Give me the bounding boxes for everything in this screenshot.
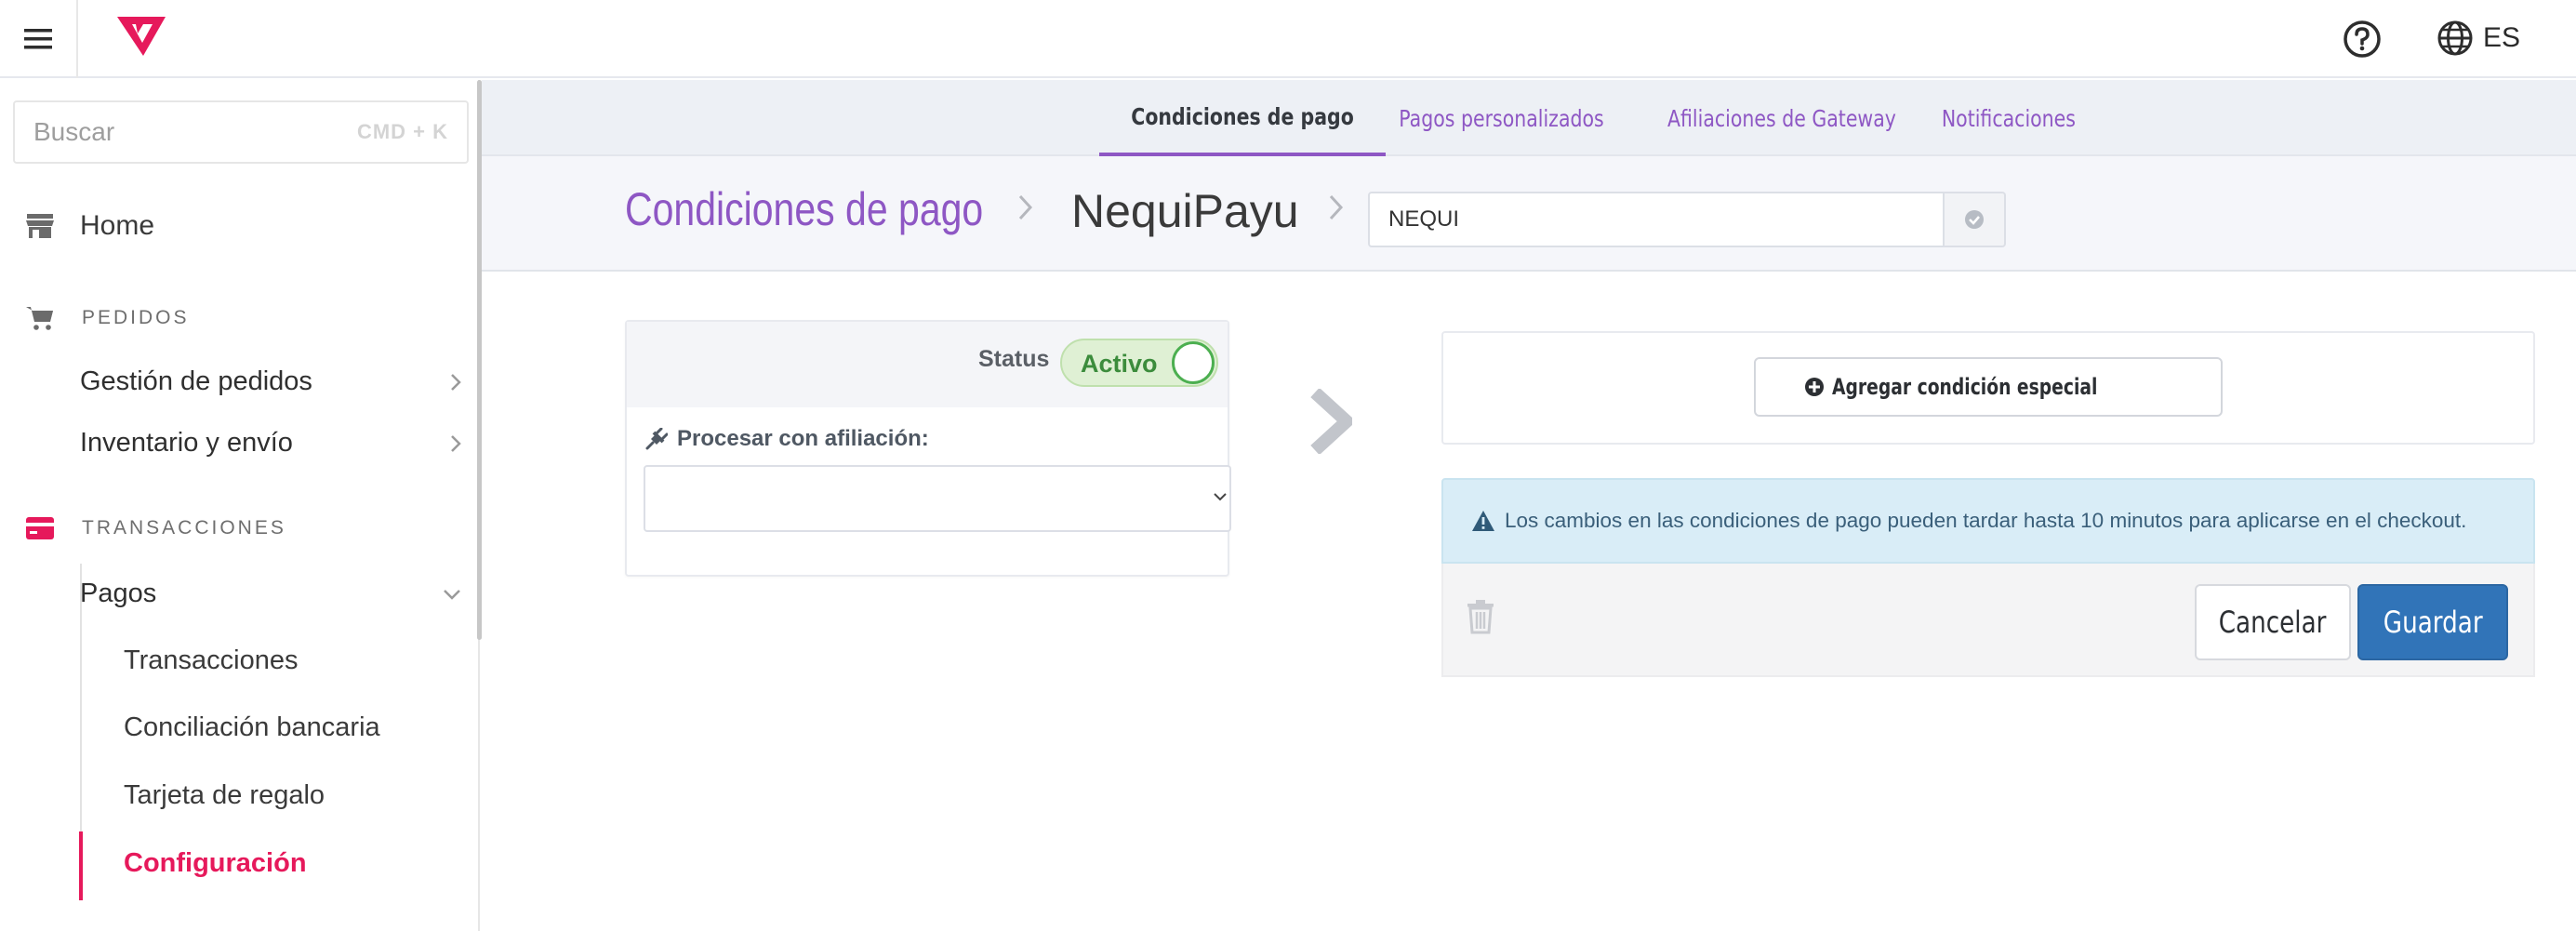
chevron-right-icon xyxy=(451,434,461,452)
trash-icon[interactable] xyxy=(1466,599,1495,634)
sidebar-item-gestion-pedidos[interactable]: Gestión de pedidos xyxy=(80,366,461,397)
add-special-condition-label: Agregar condición especial xyxy=(1832,374,2098,400)
info-alert: Los cambios en las condiciones de pago p… xyxy=(1441,478,2535,564)
breadcrumb-root[interactable]: Condiciones de pago xyxy=(625,182,1062,236)
top-bar: ES xyxy=(0,0,2576,78)
chevron-right-icon xyxy=(1310,389,1352,454)
toggle-knob xyxy=(1172,341,1215,384)
check-circle-icon xyxy=(1965,210,1984,229)
status-toggle[interactable]: Activo xyxy=(1060,339,1218,387)
brand-logo-icon[interactable] xyxy=(115,13,167,60)
search-input[interactable]: Buscar CMD + K xyxy=(13,100,469,164)
language-selector[interactable]: ES xyxy=(2437,17,2520,60)
cancel-button[interactable]: Cancelar xyxy=(2195,584,2351,660)
tab-label: Pagos personalizados xyxy=(1399,104,1604,132)
submenu-active-indicator xyxy=(79,831,83,900)
process-label: Procesar con afiliación: xyxy=(645,426,929,452)
cancel-label: Cancelar xyxy=(2219,605,2327,640)
sidebar-item-label: Gestión de pedidos xyxy=(80,366,312,396)
sidebar: Buscar CMD + K Home PEDIDOS Gestión de p… xyxy=(0,80,480,931)
process-label-text: Procesar con afiliación: xyxy=(677,426,929,451)
store-icon xyxy=(26,214,54,238)
sidebar-item-label: Pagos xyxy=(80,579,157,608)
plug-icon xyxy=(645,428,668,450)
chevron-right-icon xyxy=(451,373,461,391)
sidebar-item-label: Home xyxy=(80,210,155,241)
sidebar-item-tarjeta-regalo[interactable]: Tarjeta de regalo xyxy=(124,780,325,811)
status-value: Activo xyxy=(1081,350,1158,378)
save-label: Guardar xyxy=(2383,605,2483,640)
chevron-down-icon xyxy=(444,589,460,600)
section-pedidos: PEDIDOS xyxy=(26,305,190,331)
search-shortcut: CMD + K xyxy=(356,120,448,143)
menu-button[interactable] xyxy=(0,0,78,78)
section-title: PEDIDOS xyxy=(82,307,190,328)
breadcrumb-root-label: Condiciones de pago xyxy=(625,183,984,235)
tab-notificaciones[interactable]: Notificaciones xyxy=(1927,80,2091,156)
tabs-bar: Condiciones de pago Pagos personalizados… xyxy=(482,80,2576,156)
cart-icon xyxy=(26,307,53,330)
page-title: NequiPayu xyxy=(1071,185,1299,237)
tab-label: Condiciones de pago xyxy=(1131,102,1354,130)
chevron-down-icon xyxy=(1214,493,1227,501)
question-circle-icon[interactable] xyxy=(2342,19,2383,60)
tab-condiciones-pago[interactable]: Condiciones de pago xyxy=(1099,80,1387,156)
section-transacciones: TRANSACCIONES xyxy=(26,517,286,539)
rule-card: Status Activo Procesar con afiliación: xyxy=(625,320,1231,577)
add-special-condition-button[interactable]: Agregar condición especial xyxy=(1754,357,2223,417)
rule-name-value: NEQUI xyxy=(1388,206,1460,232)
credit-card-icon xyxy=(26,517,54,539)
sidebar-item-transacciones[interactable]: Transacciones xyxy=(124,645,299,676)
sidebar-item-conciliacion[interactable]: Conciliación bancaria xyxy=(124,712,380,743)
sidebar-item-label: Inventario y envío xyxy=(80,428,293,458)
alert-text: Los cambios en las condiciones de pago p… xyxy=(1505,509,2467,532)
status-label: Status xyxy=(978,346,1050,372)
tab-label: Afiliaciones de Gateway xyxy=(1666,104,1896,132)
plus-circle-icon xyxy=(1805,378,1825,396)
warning-triangle-icon xyxy=(1472,511,1494,531)
breadcrumb-separator-icon xyxy=(1017,190,1034,232)
rule-name-input[interactable]: NEQUI xyxy=(1368,192,1945,247)
save-button[interactable]: Guardar xyxy=(2357,584,2508,660)
tab-afiliaciones-gateway[interactable]: Afiliaciones de Gateway xyxy=(1642,80,1921,156)
tab-label: Notificaciones xyxy=(1941,104,2076,132)
sidebar-item-configuracion[interactable]: Configuración xyxy=(124,848,307,879)
tab-pagos-personalizados[interactable]: Pagos personalizados xyxy=(1376,80,1627,156)
section-title: TRANSACCIONES xyxy=(82,517,286,539)
globe-icon xyxy=(2437,20,2473,56)
sidebar-item-inventario[interactable]: Inventario y envío xyxy=(80,428,461,459)
breadcrumb-separator-icon xyxy=(1328,190,1345,232)
hamburger-icon xyxy=(24,29,52,49)
language-label: ES xyxy=(2483,22,2521,53)
sidebar-item-home[interactable]: Home xyxy=(26,210,154,242)
confirm-name-button[interactable] xyxy=(1943,192,2006,247)
search-placeholder: Buscar xyxy=(33,117,115,146)
sidebar-item-pagos[interactable]: Pagos xyxy=(80,579,461,609)
affiliation-select[interactable] xyxy=(644,465,1231,532)
